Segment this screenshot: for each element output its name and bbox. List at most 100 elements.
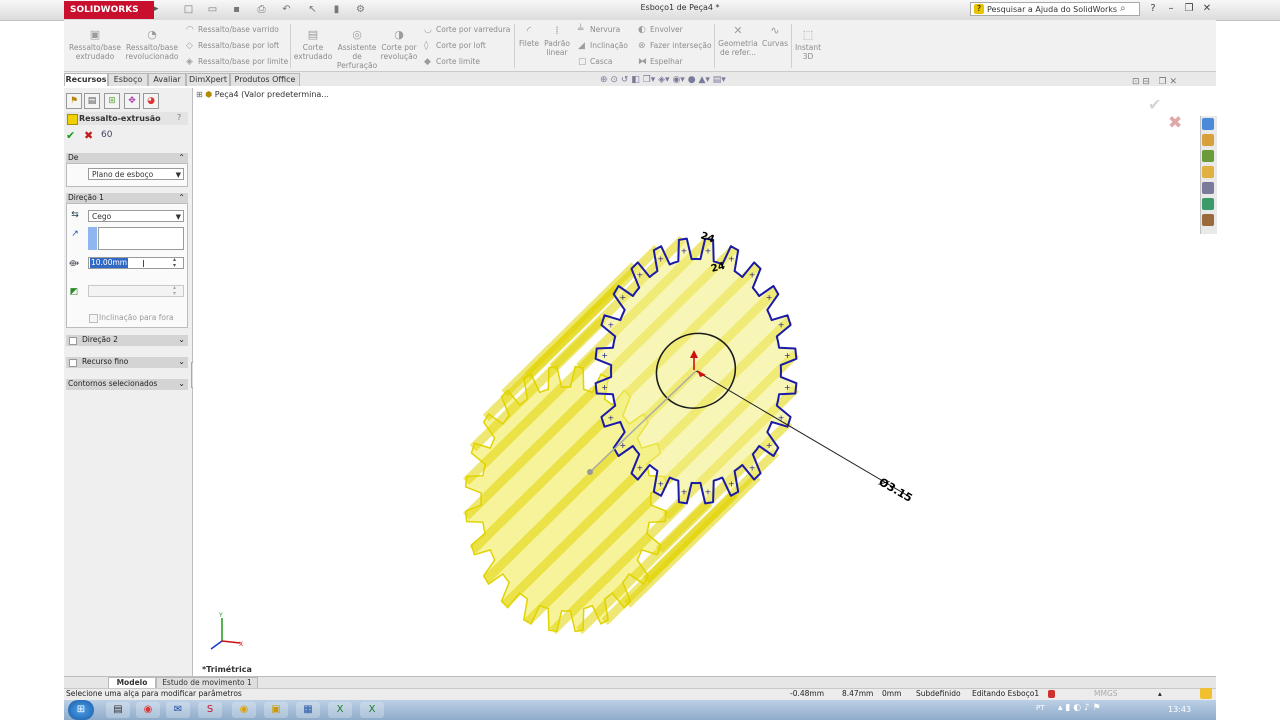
direction2-checkbox[interactable] [69,337,77,345]
units-dropdown-icon[interactable]: ▴ [1158,689,1162,698]
hide-show-icon[interactable]: ◉▾ [672,75,684,85]
solidworks-logo[interactable]: SOLIDWORKS [64,1,154,19]
chrome-icon[interactable]: ◉ [136,702,160,718]
thin-feature-section-header[interactable]: Recurso fino ⌄ [66,357,188,368]
reference-geometry-button[interactable]: ✕ Geometria de refer... [716,25,760,58]
close-icon[interactable]: ✕ [1200,2,1214,16]
solidworks-icon[interactable]: S [198,702,222,718]
wrap-button[interactable]: ◐ Envolver [638,25,683,35]
explorer-icon[interactable]: ▤ [106,702,130,718]
display-style-icon[interactable]: ◈▾ [658,75,669,85]
tab-avaliar[interactable]: Avaliar [148,73,186,86]
previous-view-icon[interactable]: ↺ [621,75,629,85]
new-icon[interactable]: □ [182,3,195,16]
end-condition-select[interactable]: Cego ▼ [88,210,184,222]
folder-icon[interactable]: ▣ [264,702,288,718]
boundary-cut-button[interactable]: ◆ Corte limite [424,57,480,67]
collapse-icon[interactable]: ⌃ [178,153,185,163]
draft-toggle-icon[interactable]: ◩ [68,286,80,298]
zoom-fit-icon[interactable]: ⊕ [600,75,608,85]
zoom-area-icon[interactable]: ⊙ [610,75,618,85]
from-section-header[interactable]: De ⌃ [66,153,188,163]
chrome-2-icon[interactable]: ◉ [232,702,256,718]
tab-dimxpert[interactable]: DimXpert [186,73,230,86]
display-manager-icon[interactable]: ◕ [143,93,159,109]
viewport-window-controls[interactable]: ⊡ ⊟ ❐ ✕ [1132,77,1177,87]
configuration-icon[interactable]: ⊞ [104,93,120,109]
lofted-cut-button[interactable]: ◊ Corte por loft [424,41,486,51]
excel-2-icon[interactable]: X [360,702,384,718]
direction2-section-header[interactable]: Direção 2 ⌄ [66,335,188,346]
swept-cut-button[interactable]: ◡ Corte por varredura [424,25,510,35]
apply-scene-icon[interactable]: ▲▾ [698,75,709,85]
draft-angle-input[interactable] [88,285,184,297]
shell-button[interactable]: ▢ Casca [578,57,612,67]
spin-arrows-icon[interactable]: ▴ ▾ [173,257,176,269]
hole-wizard-button[interactable]: ◎ Assistente de Perfuração [336,29,378,71]
cancel-icon[interactable]: ✖ [84,129,93,142]
extrude-boss-button[interactable]: ▣ Ressalto/base extrudado [66,29,124,62]
tab-produtos-office[interactable]: Produtos Office [230,73,300,86]
select-icon[interactable]: ↖ [306,3,319,16]
direction1-section-header[interactable]: Direção 1 ⌃ [66,193,188,203]
view-orientation-icon[interactable]: ❒▾ [643,75,656,85]
units-indicator[interactable]: MMGS [1094,689,1118,698]
help-icon[interactable]: ? [177,113,181,122]
reverse-direction-icon[interactable]: ⇆ [69,209,81,221]
spin-arrows-icon[interactable]: ▴ ▾ [173,285,176,297]
rebuild-icon[interactable]: ▮ [330,3,343,16]
gear-model-view[interactable]: ++++++++++++++++++ ++++++ 24 24 Ø3.15 Y X [193,88,1216,676]
ok-icon[interactable]: ✔ [66,129,75,142]
thin-feature-checkbox[interactable] [69,359,77,367]
edit-appearance-icon[interactable]: ● [688,75,696,85]
language-indicator[interactable]: PT [1036,704,1045,712]
section-view-icon[interactable]: ◧ [631,75,640,85]
boundary-boss-button[interactable]: ◈ Ressalto/base por limite [186,57,288,67]
selected-contours-section-header[interactable]: Contornos selecionados ⌄ [66,379,188,390]
search-icon[interactable]: ⌕ [1120,3,1126,14]
instant3d-button[interactable]: ⬚ Instant 3D [793,29,823,62]
options-icon[interactable]: ⚙ [354,3,367,16]
excel-icon[interactable]: X [328,702,352,718]
linear-pattern-button[interactable]: ⁞ Padrão linear [542,25,572,58]
feature-manager-icon[interactable]: ⚑ [66,93,82,109]
windows-start-icon[interactable]: ⊞ [68,700,94,720]
tray-icons[interactable]: ▴ ▮ ◐ ♪ ⚑ [1058,703,1101,713]
revolved-cut-button[interactable]: ◑ Corte por revolução [378,29,420,62]
sweep-boss-button[interactable]: ◠ Ressalto/base varrido [186,25,279,35]
draft-outward-checkbox[interactable] [89,314,98,323]
preview-icon[interactable]: 60 [101,130,112,140]
collapse-icon[interactable]: ⌃ [178,193,185,203]
rib-button[interactable]: ╧ Nervura [578,25,620,35]
dimxpert-manager-icon[interactable]: ✥ [124,93,140,109]
start-condition-select[interactable]: Plano de esboço ▼ [88,168,184,180]
expand-icon[interactable]: ⌄ [178,335,185,345]
revolve-boss-button[interactable]: ◔ Ressalto/base revolucionado [124,29,180,62]
help-search-input[interactable]: Pesquisar a Ajuda do SolidWorks [970,2,1140,16]
tab-esboco[interactable]: Esboço [108,73,148,86]
notification-icon[interactable] [1200,688,1212,699]
curves-button[interactable]: ∿ Curvas [760,25,790,49]
notepad-icon[interactable]: ▦ [296,702,320,718]
open-icon[interactable]: ▭ [206,3,219,16]
restore-icon[interactable]: ❐ [1182,2,1196,16]
expand-icon[interactable]: ⌄ [178,357,185,367]
intersect-button[interactable]: ⊗ Fazer interseção [638,41,712,51]
expand-icon[interactable]: ⌄ [178,379,185,389]
draft-button[interactable]: ◢ Inclinação [578,41,628,51]
direction-selection-box[interactable] [98,227,184,250]
outlook-icon[interactable]: ✉ [166,702,190,718]
extruded-cut-button[interactable]: ▤ Corte extrudado [292,29,334,62]
fillet-button[interactable]: ◜ Filete [516,25,542,49]
diameter-dimension-label[interactable]: Ø3.15 [877,475,915,505]
property-manager-icon[interactable]: ▤ [84,93,100,109]
print-icon[interactable]: ⎙ [255,3,268,16]
view-settings-icon[interactable]: ▤▾ [713,75,726,85]
save-icon[interactable]: ▪ [230,3,243,16]
help-menu-icon[interactable]: ? [1146,2,1160,16]
minimize-icon[interactable]: – [1164,2,1178,16]
loft-boss-button[interactable]: ◇ Ressalto/base por loft [186,41,279,51]
undo-icon[interactable]: ↶ [280,3,293,16]
tab-recursos[interactable]: Recursos [64,73,108,86]
mirror-button[interactable]: ⧓ Espelhar [638,57,683,67]
